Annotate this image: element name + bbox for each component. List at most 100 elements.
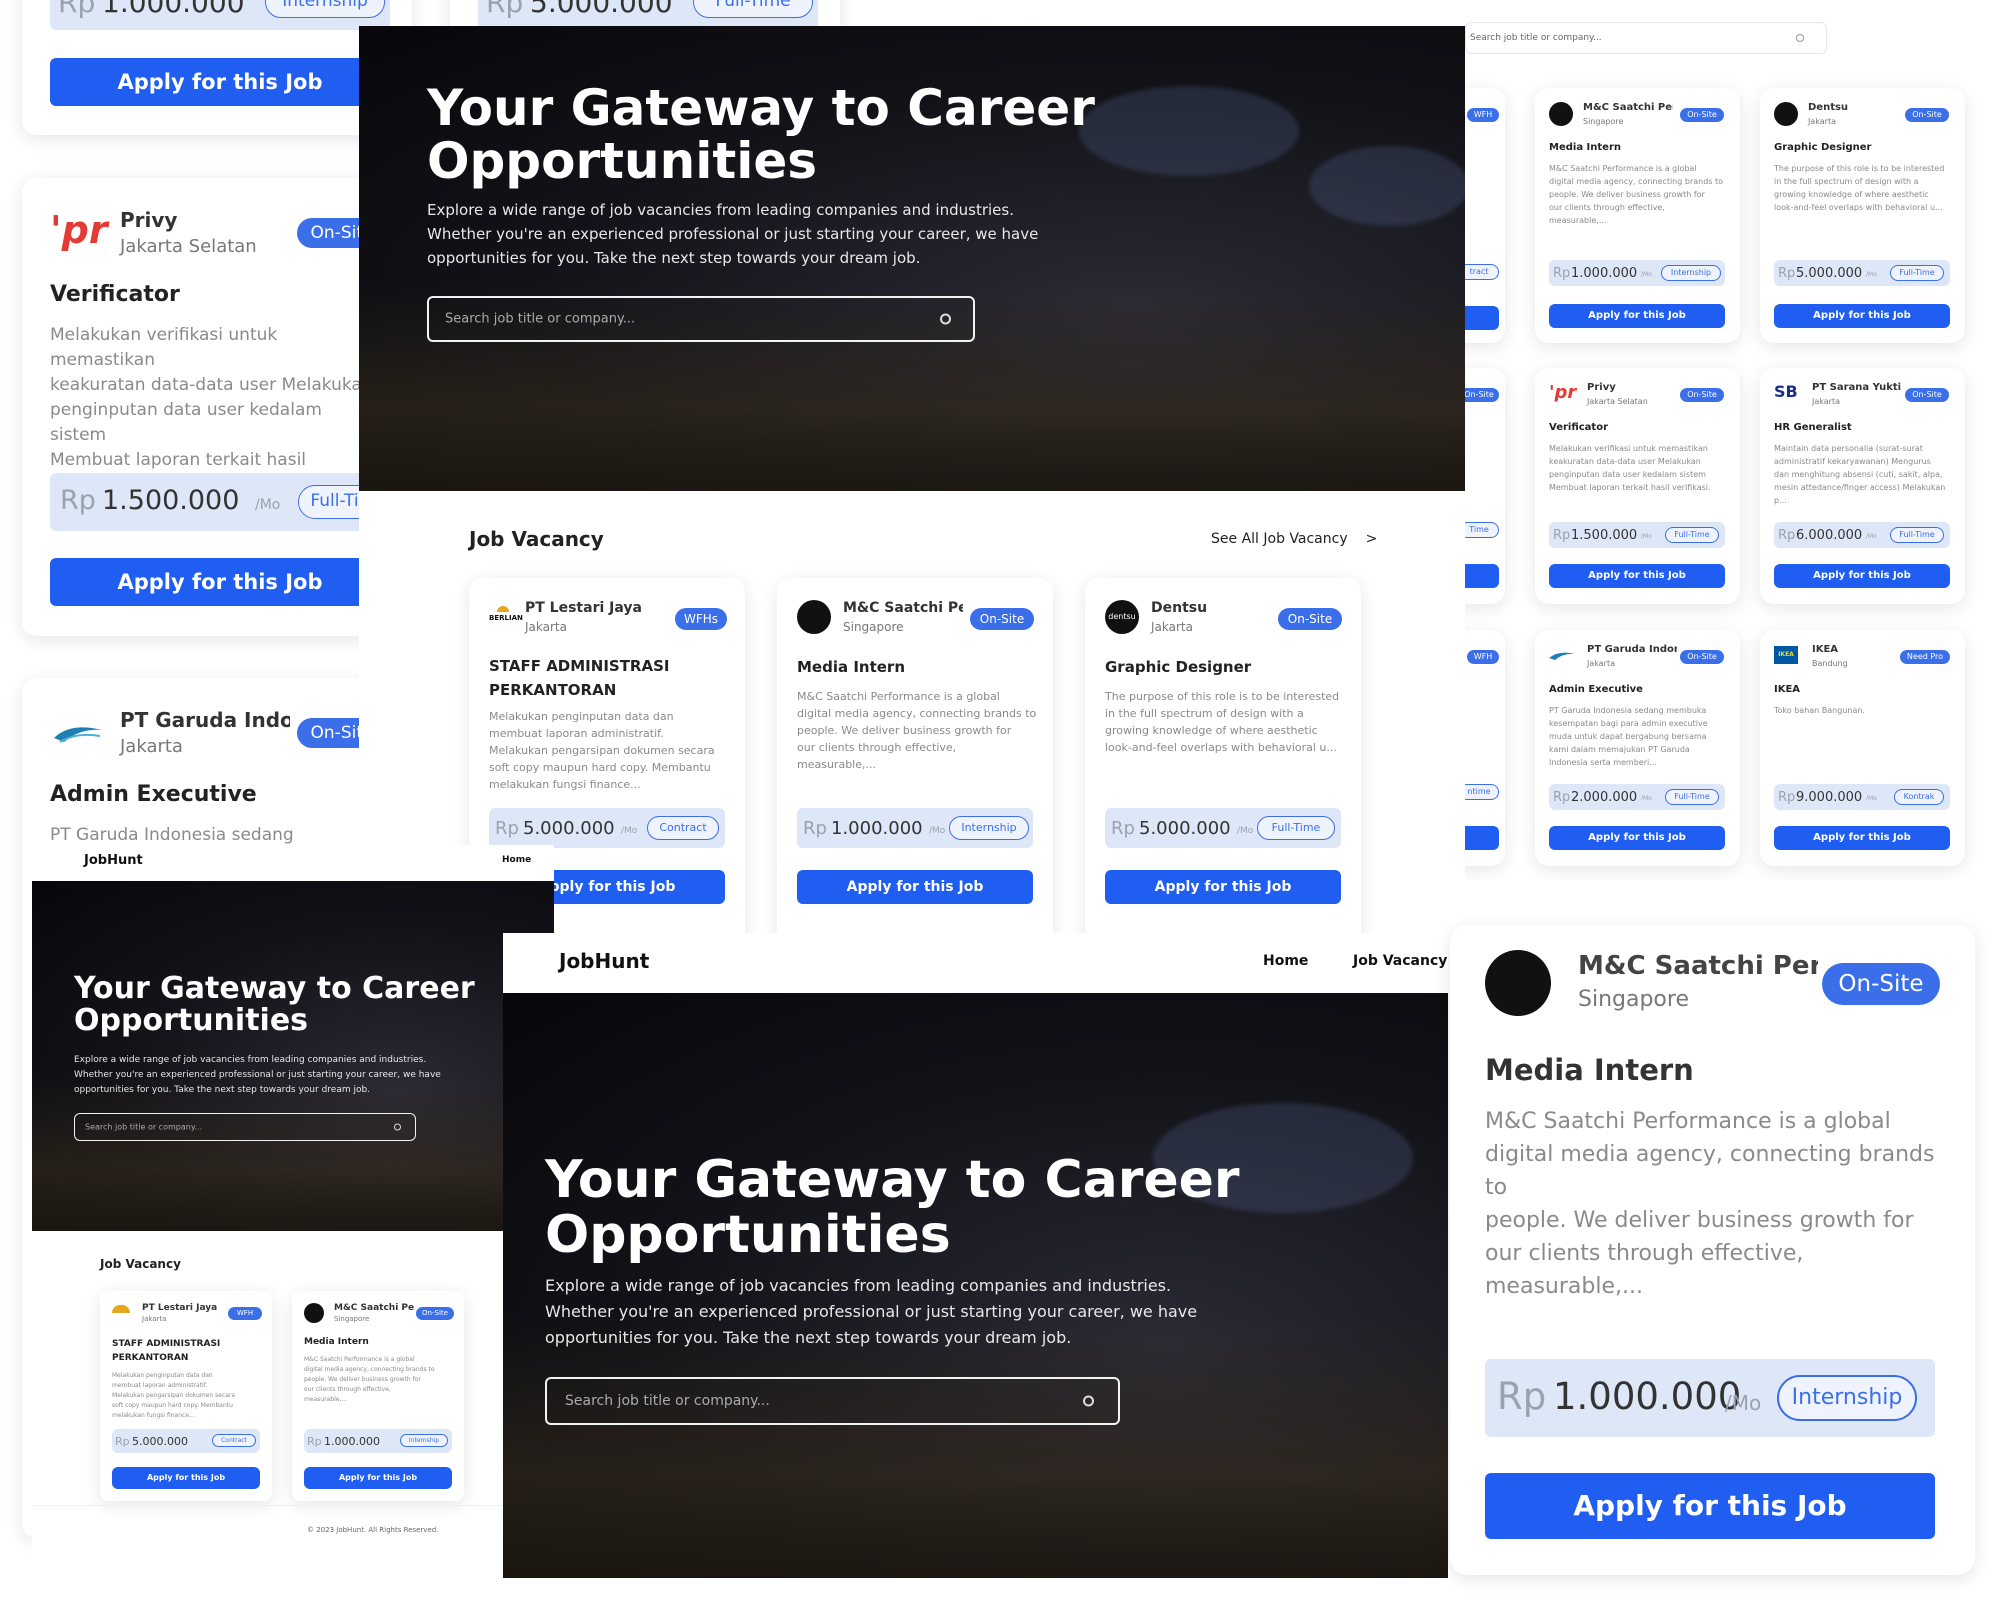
company-name: PT Sarana Yukti... [1812, 382, 1902, 393]
search-input[interactable]: Search job title or company... [74, 1113, 416, 1141]
work-mode-badge: On-Site [1905, 108, 1949, 122]
apply-button[interactable]: Apply for this Job [797, 870, 1033, 904]
work-mode-badge: On-Site [970, 608, 1034, 630]
work-mode-badge: On-Site [1680, 108, 1724, 122]
garuda-logo [1547, 648, 1577, 667]
saatchi-logo [1549, 102, 1573, 126]
apply-button[interactable] [1465, 564, 1499, 588]
job-description: Melakukan penginputan data dan membuat la… [112, 1372, 236, 1419]
work-mode-badge: On-Site [1278, 608, 1342, 630]
apply-button[interactable]: Apply for this Job [1105, 870, 1341, 904]
search-icon[interactable] [1796, 34, 1804, 42]
salary-box: Rp 6.000.000 /Mo Full-Time [1774, 522, 1950, 548]
company-location: Jakarta [142, 1315, 167, 1323]
job-title: Media Intern [1549, 142, 1622, 153]
search-icon[interactable] [1083, 1395, 1094, 1407]
salary-amount: 1.000.000 [324, 1435, 380, 1448]
salary-amount: 5.000.000 [530, 0, 673, 19]
section-title: Job Vacancy [100, 1257, 181, 1271]
salary-amount: 5.000.000 [132, 1435, 188, 1448]
saatchi-logo [304, 1303, 324, 1323]
per-month-label: /Mo [1725, 1391, 1762, 1415]
search-icon[interactable] [394, 1123, 401, 1131]
search-placeholder: Search job title or company... [85, 1122, 203, 1132]
salary-box: Rp 1.000.000 Internship [304, 1429, 452, 1453]
currency-label: Rp [1553, 790, 1571, 805]
company-name: Dentsu [1151, 600, 1208, 616]
job-description: M&C Saatchi Performance is a global digit… [1485, 1109, 1935, 1299]
berlian-logo [112, 1305, 130, 1313]
job-title: STAFF ADMINISTRASI PERKANTORAN [489, 657, 670, 699]
search-icon[interactable] [940, 313, 951, 325]
job-type-pill: Full-Time [1665, 527, 1719, 543]
search-input[interactable]: Search job title or company... [545, 1377, 1120, 1425]
salary-amount: 1.500.000 [1571, 528, 1638, 543]
privy-logo: 'pr [50, 208, 108, 252]
see-all-link[interactable]: See All Job Vacancy > [1211, 531, 1377, 547]
per-month-label: /Mo [255, 497, 281, 513]
company-name: M&C Saatchi Per... [1578, 951, 1818, 981]
job-title: Verificator [50, 282, 180, 307]
job-title: Verificator [1549, 422, 1609, 433]
job-type-pill: Full-Time [1890, 527, 1944, 543]
grid-card-sarana: SB PT Sarana Yukti... Jakarta On-Site HR… [1760, 368, 1965, 604]
company-name: M&C Saatchi Per... [843, 600, 963, 616]
job-title: STAFF ADMINISTRASI PERKANTORAN [112, 1339, 221, 1363]
berlian-logo: BERLIAN [489, 606, 523, 622]
job-title: HR Generalist [1774, 422, 1852, 433]
company-location: Jakarta [1808, 117, 1836, 126]
salary-box: Rp 5.000.000 /Mo Full-Time [1774, 260, 1950, 286]
job-card-privy-large: 'pr Privy Jakarta Selatan On-Site Verifi… [22, 178, 412, 636]
apply-button[interactable]: Apply for this Job [1549, 304, 1725, 328]
apply-button[interactable]: Apply for this Job [1774, 826, 1950, 850]
apply-button[interactable]: Apply for this Job [1485, 1473, 1935, 1539]
company-name: M&C Saatchi Per... [1583, 102, 1673, 113]
company-name: PT Lestari Jaya [142, 1303, 218, 1313]
company-name: Privy [1587, 382, 1616, 393]
brand-logo[interactable]: JobHunt [84, 853, 143, 868]
company-location: Jakarta Selatan [120, 236, 257, 257]
search-input[interactable]: Search job title or company... [427, 296, 975, 342]
grid-card-privy: 'pr Privy Jakarta Selatan On-Site Verifi… [1535, 368, 1740, 604]
job-description: M&C Saatchi Performance is a global digit… [304, 1356, 435, 1403]
grid-card-dentsu: Dentsu Jakarta On-Site Graphic Designer … [1760, 88, 1965, 343]
search-input-small[interactable]: Search job title or company... [1465, 22, 1827, 54]
apply-button[interactable]: Apply for this Job [1774, 564, 1950, 588]
apply-button[interactable]: Apply for this Job [304, 1467, 452, 1489]
sarana-logo: SB [1774, 382, 1798, 401]
hero-subtitle: Explore a wide range of job vacancies fr… [427, 201, 1039, 267]
work-mode-badge: On-Site [1905, 388, 1949, 402]
nav-home[interactable]: Home [1263, 953, 1308, 969]
nav-home[interactable]: Home [502, 855, 531, 865]
apply-button[interactable]: Apply for this Job [50, 58, 390, 106]
company-location: Singapore [843, 620, 904, 634]
company-location: Singapore [1583, 117, 1624, 126]
apply-button[interactable]: Apply for this Job [1549, 826, 1725, 850]
hero-banner: Your Gateway to Career Opportunities Expl… [359, 26, 1465, 491]
currency-label: Rp [1778, 790, 1796, 805]
company-location: Jakarta [120, 736, 183, 757]
job-card-top-left-a: Rp 1.000.000 Internship Apply for this J… [22, 0, 412, 135]
garuda-logo [50, 720, 106, 750]
apply-button[interactable]: Apply for this Job [50, 558, 390, 606]
salary-box: Rp 1.000.000 /Mo Internship [797, 808, 1033, 848]
job-type-pill: Contract [212, 1434, 256, 1447]
job-title: Media Intern [797, 658, 906, 676]
salary-amount: 1.000.000 [831, 818, 923, 839]
footer: © 2023 JobHunt. All Rights Reserved. [32, 1505, 554, 1560]
grid-card-saatchi: M&C Saatchi Per... Singapore On-Site Med… [1535, 88, 1740, 343]
apply-button[interactable]: Apply for this Job [1549, 564, 1725, 588]
saatchi-logo [797, 600, 831, 634]
apply-button[interactable]: Apply for this Job [1774, 304, 1950, 328]
apply-button[interactable] [1465, 826, 1499, 850]
salary-box: Rp 1.500.000 /Mo Full-Time [1549, 522, 1725, 548]
salary-box: Rp 1.000.000 /Mo Internship [1485, 1359, 1935, 1437]
job-description: PT Garuda Indonesia sedang membuka kesemp… [1549, 706, 1708, 767]
apply-button[interactable]: Apply for this Job [112, 1467, 260, 1489]
brand-logo[interactable]: JobHunt [559, 949, 649, 973]
company-location: Jakarta [1151, 620, 1193, 634]
currency-label: Rp [115, 1435, 130, 1448]
apply-button[interactable] [1465, 306, 1499, 330]
nav-job-vacancy[interactable]: Job Vacancy [1353, 953, 1447, 969]
dentsu-logo: dentsu [1105, 600, 1139, 634]
